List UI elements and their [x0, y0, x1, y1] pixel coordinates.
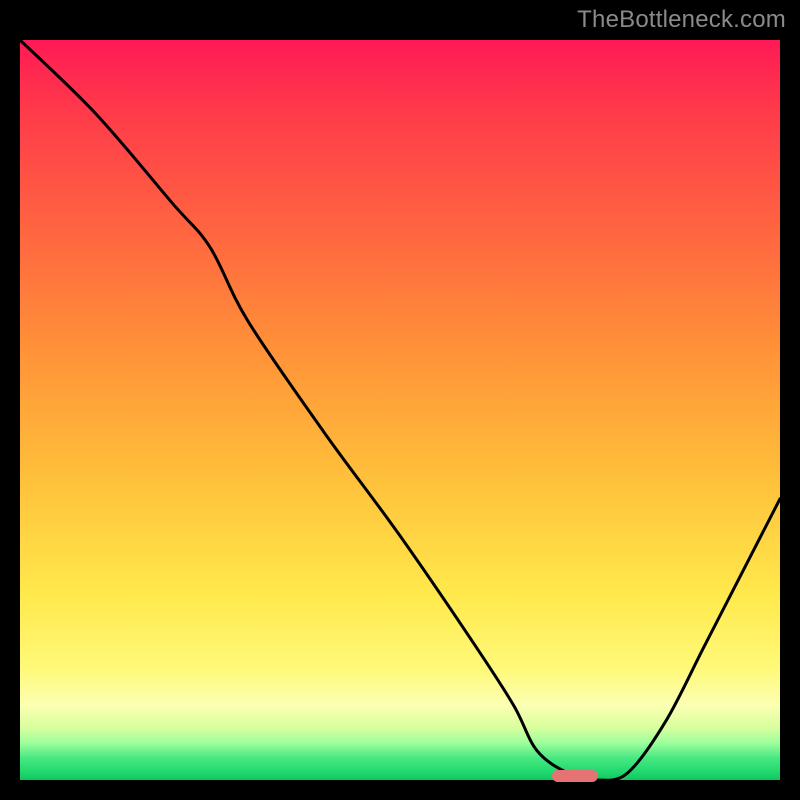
bottleneck-curve: [20, 40, 780, 780]
watermark-label: TheBottleneck.com: [577, 6, 786, 34]
chart-frame: TheBottleneck.com: [0, 0, 800, 800]
minimum-marker: [552, 770, 598, 782]
plot-area: [20, 40, 780, 780]
